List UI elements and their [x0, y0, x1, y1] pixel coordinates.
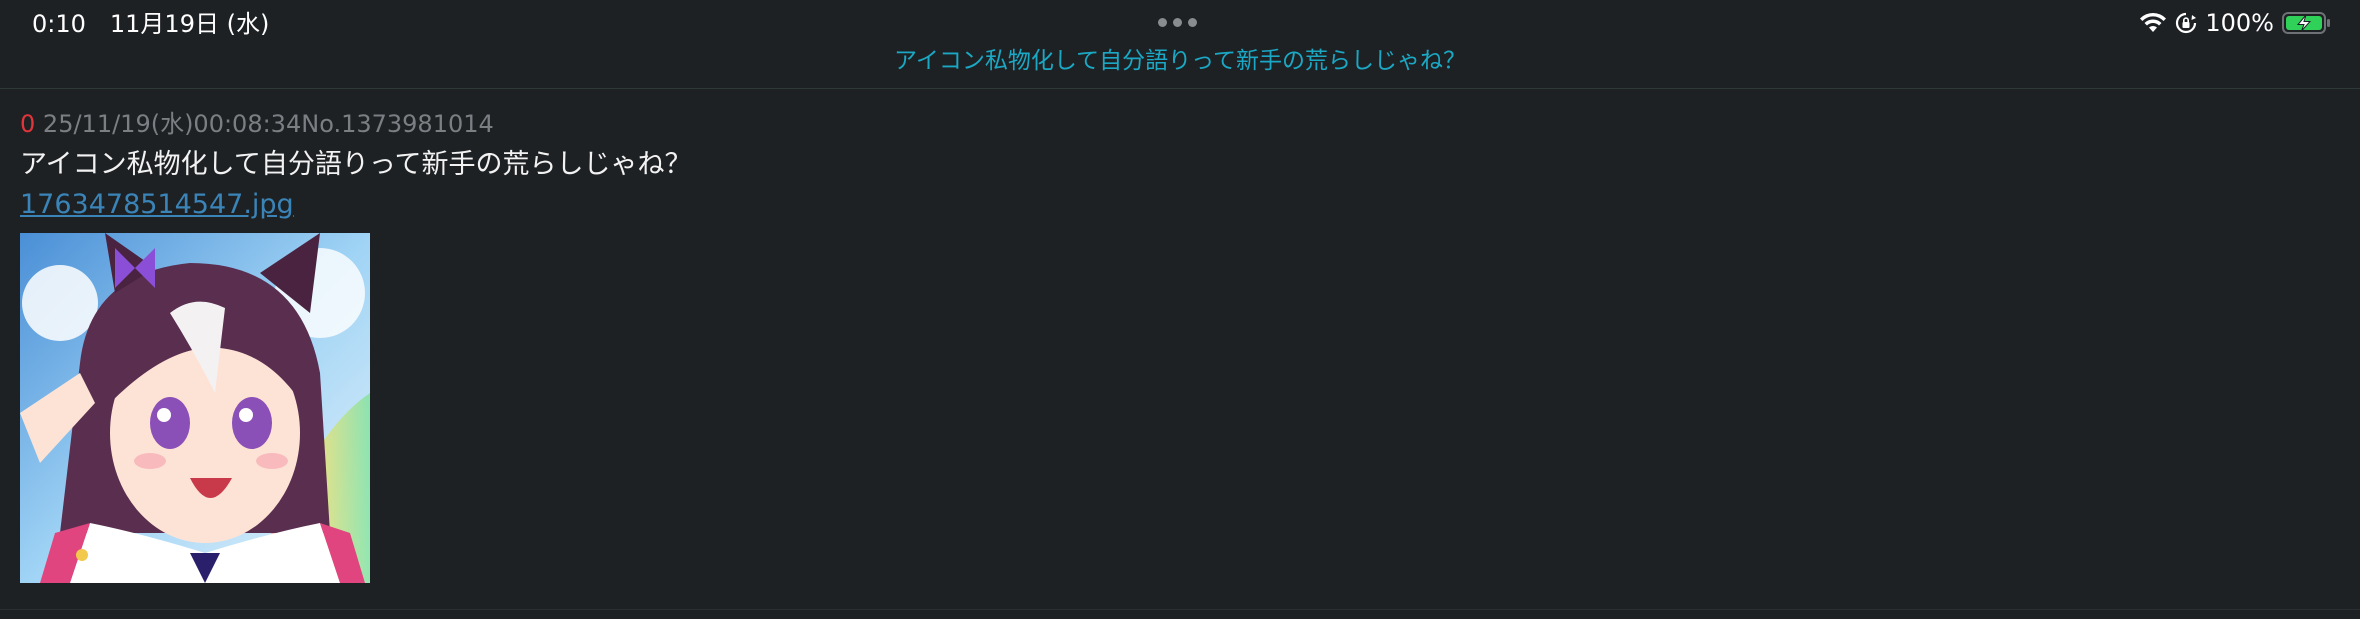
- multitasking-dots-icon[interactable]: [1158, 18, 1197, 27]
- post-image-thumbnail[interactable]: [20, 233, 370, 583]
- navigation-bar: アイコン私物化して自分語りって新手の荒らしじゃね？: [0, 48, 2360, 89]
- battery-percent: 100%: [2205, 9, 2274, 37]
- battery-charging-icon: [2282, 11, 2332, 35]
- wifi-icon: [2139, 12, 2167, 34]
- post-item: 0 25/11/19(水)00:08:34No.1373981014 アイコン私…: [20, 108, 2320, 583]
- post-index[interactable]: 0: [20, 110, 35, 138]
- orientation-lock-icon: [2175, 12, 2197, 34]
- post-datetime: 25/11/19(水)00:08:34: [42, 110, 302, 138]
- thread-title[interactable]: アイコン私物化して自分語りって新手の荒らしじゃね？: [0, 48, 2360, 74]
- post-number[interactable]: No.1373981014: [301, 110, 494, 138]
- post-body: アイコン私物化して自分語りって新手の荒らしじゃね？: [20, 149, 692, 180]
- divider: [0, 609, 2360, 610]
- post-file-link[interactable]: 1763478514547.jpg: [20, 188, 294, 222]
- status-indicators: 100%: [2139, 8, 2332, 38]
- status-bar: 0:10 11月19日 (水) 100%: [0, 0, 2360, 48]
- status-time-date: 0:10 11月19日 (水): [32, 10, 270, 38]
- post-meta: 0 25/11/19(水)00:08:34No.1373981014: [20, 108, 2320, 140]
- app-screen: 0:10 11月19日 (水) 100% アイコン私物化して自分語りって新手の荒…: [0, 0, 2360, 619]
